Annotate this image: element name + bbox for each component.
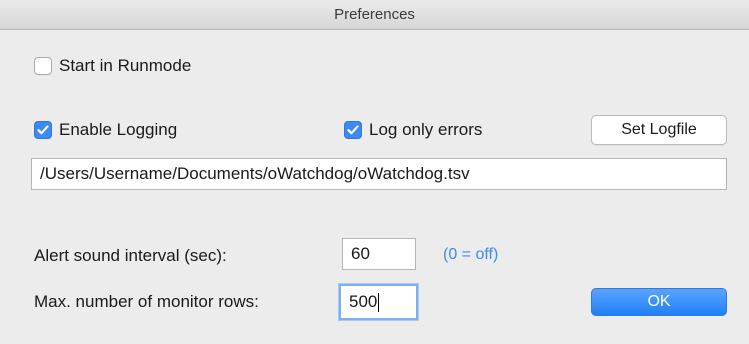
- monitor-rows-input[interactable]: 500: [339, 284, 418, 320]
- text-caret: [378, 293, 380, 313]
- log-only-errors-checkbox[interactable]: [344, 121, 362, 139]
- alert-interval-label: Alert sound interval (sec):: [34, 246, 227, 265]
- ok-button[interactable]: OK: [591, 288, 727, 316]
- monitor-rows-label: Max. number of monitor rows:: [34, 292, 259, 311]
- window-title: Preferences: [0, 0, 749, 30]
- set-logfile-button[interactable]: Set Logfile: [591, 115, 727, 145]
- enable-logging-checkbox[interactable]: [34, 121, 52, 139]
- alert-interval-input[interactable]: 60: [342, 238, 416, 270]
- start-in-runmode-option[interactable]: Start in Runmode: [34, 56, 191, 76]
- checkmark-icon: [347, 125, 359, 135]
- preferences-window: Preferences Start in Runmode Enable Logg…: [0, 0, 749, 344]
- start-in-runmode-label: Start in Runmode: [59, 56, 192, 75]
- checkmark-icon: [37, 125, 49, 135]
- monitor-rows-value: 500: [349, 292, 378, 311]
- enable-logging-label: Enable Logging: [59, 120, 178, 139]
- alert-interval-hint: (0 = off): [443, 246, 499, 263]
- enable-logging-option[interactable]: Enable Logging: [34, 120, 177, 140]
- start-in-runmode-checkbox[interactable]: [34, 57, 52, 75]
- log-only-errors-option[interactable]: Log only errors: [344, 120, 482, 140]
- log-only-errors-label: Log only errors: [369, 120, 483, 139]
- logfile-path-field[interactable]: /Users/Username/Documents/oWatchdog/oWat…: [31, 158, 727, 190]
